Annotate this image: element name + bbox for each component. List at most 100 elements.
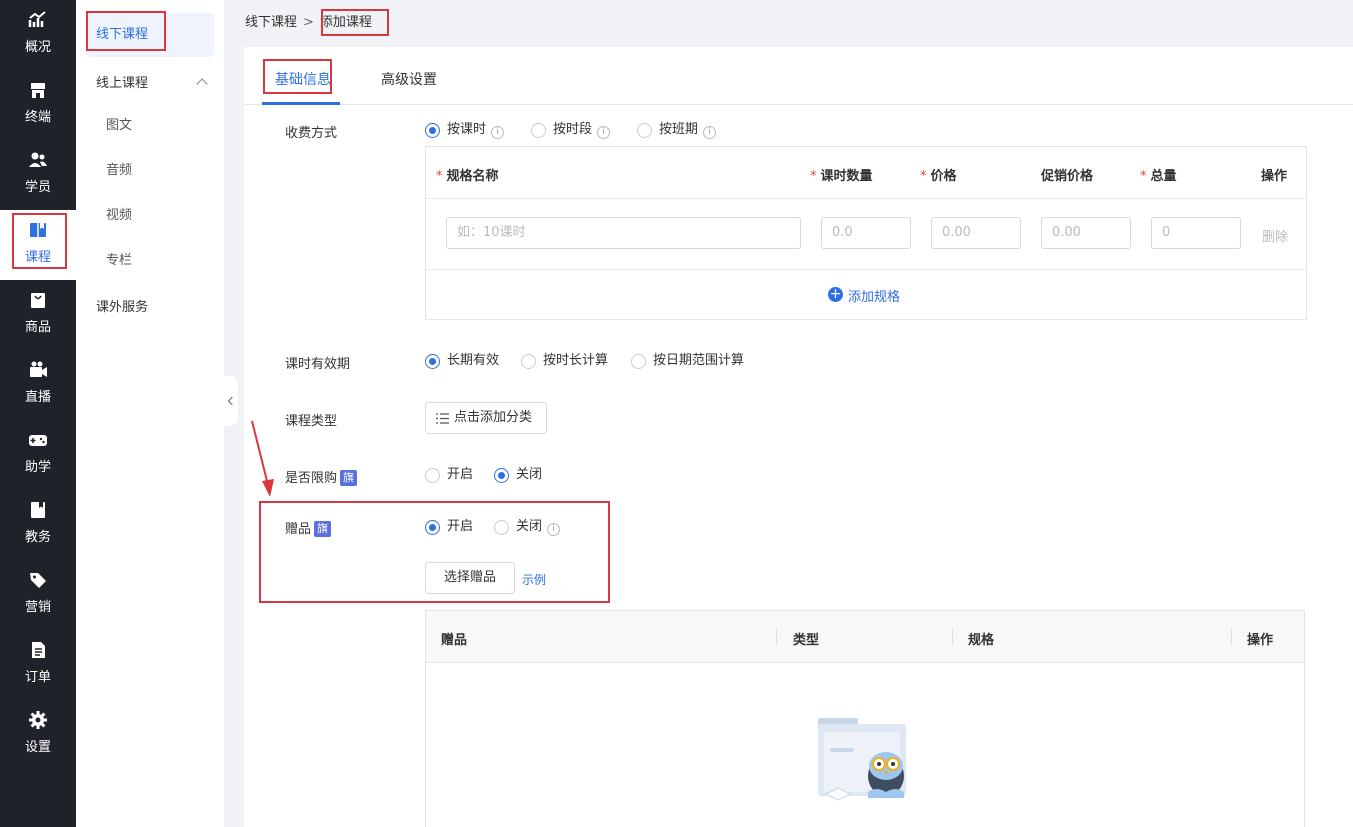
radio-label: 按时长计算 [543, 353, 609, 368]
spec-col-price: * 价格 [920, 169, 957, 184]
info-icon[interactable]: i [597, 126, 611, 139]
empty-state-owl-icon [818, 718, 906, 801]
add-category-button[interactable]: 点击添加分类 [425, 402, 547, 434]
subnav-item-online-courses[interactable]: 线上课程 [76, 64, 224, 104]
info-icon[interactable]: i [547, 523, 561, 536]
validity-label: 课时有效期 [285, 357, 351, 372]
spec-col-hours: * 课时数量 [810, 169, 873, 184]
spec-total-input[interactable]: 0 [1151, 217, 1241, 249]
flagship-badge: 旗 [340, 470, 358, 486]
radio-gift-on[interactable]: 开启 [425, 519, 473, 537]
column-divider [776, 629, 777, 645]
subnav-item-video[interactable]: 视频 [76, 196, 224, 236]
radio-by-class[interactable]: 按班期 i [637, 122, 717, 140]
spec-hours-input[interactable]: 0.0 [821, 217, 911, 249]
radio-by-duration[interactable]: 按时长计算 [521, 353, 608, 371]
nav-label: 概况 [24, 40, 51, 55]
breadcrumb-separator: > [303, 15, 314, 30]
chart-icon [28, 11, 46, 27]
list-icon [436, 413, 449, 424]
chevron-up-icon[interactable] [196, 78, 208, 90]
nav-item-overview[interactable]: 概况 [0, 0, 76, 70]
highlight-box [12, 213, 67, 269]
purchase-limit-label: 是否限购旗 [285, 467, 358, 486]
nav-label: 商品 [24, 320, 51, 335]
nav-item-marketing[interactable]: 营销 [0, 560, 76, 630]
gift-label: 赠品旗 [285, 518, 332, 537]
subnav-label: 图文 [106, 118, 133, 133]
subnav-item-audio[interactable]: 音频 [76, 151, 224, 191]
gift-example-link[interactable]: 示例 [522, 571, 546, 588]
nav-label: 营销 [24, 600, 51, 615]
charge-method-label: 收费方式 [285, 126, 338, 141]
main-panel: 基础信息 高级设置 收费方式 按课时 i 按时段 i 按班期 i * 规格名称 * 课时数… [244, 47, 1353, 827]
breadcrumb-parent[interactable]: 线下课程 [245, 15, 297, 30]
tag-icon [30, 573, 46, 588]
subnav-item-column[interactable]: 专栏 [76, 241, 224, 281]
info-icon[interactable]: i [491, 126, 505, 139]
store-icon [31, 83, 45, 98]
radio-label: 按日期范围计算 [653, 353, 745, 368]
radio-label: 按课时 [447, 122, 487, 137]
spec-col-name: * 规格名称 [436, 169, 499, 184]
radio-dot [494, 468, 509, 483]
radio-limit-on[interactable]: 开启 [425, 467, 473, 485]
spec-promo-input[interactable]: 0.00 [1041, 217, 1131, 249]
nav-label: 订单 [24, 670, 51, 685]
radio-dot [425, 468, 440, 483]
highlight-box [263, 59, 332, 94]
nav-item-students[interactable]: 学员 [0, 140, 76, 210]
spec-delete-link[interactable]: 删除 [1262, 226, 1288, 245]
radio-by-period[interactable]: 按时段 i [531, 122, 611, 140]
radio-long-term[interactable]: 长期有效 [425, 353, 499, 371]
nav-item-live[interactable]: 直播 [0, 350, 76, 420]
gift-col-spec: 规格 [968, 633, 995, 648]
gift-table: 赠品 类型 规格 操作 [425, 610, 1305, 827]
radio-by-lesson[interactable]: 按课时 i [425, 122, 505, 140]
radio-gift-off[interactable]: 关闭 i [494, 519, 561, 537]
video-icon [30, 361, 47, 377]
subnav-item-graphic[interactable]: 图文 [76, 106, 224, 146]
column-divider [1231, 629, 1232, 645]
subnav-item-extra-services[interactable]: 课外服务 [76, 288, 224, 328]
radio-label: 按班期 [659, 122, 699, 137]
radio-dot [521, 354, 536, 369]
select-gift-button[interactable]: 选择赠品 [425, 562, 515, 594]
subnav-label: 线上课程 [96, 76, 149, 91]
nav-item-academic[interactable]: 教务 [0, 490, 76, 560]
info-icon[interactable]: i [703, 126, 717, 139]
plus-circle-icon: + [828, 286, 843, 302]
nav-item-goods[interactable]: 商品 [0, 280, 76, 350]
radio-by-date-range[interactable]: 按日期范围计算 [631, 353, 744, 371]
gift-col-action: 操作 [1247, 633, 1274, 648]
nav-item-orders[interactable]: 订单 [0, 630, 76, 700]
add-spec-button[interactable]: + 添加规格 [828, 286, 900, 305]
radio-dot [637, 123, 652, 138]
spec-col-action: 操作 [1261, 169, 1288, 184]
spec-name-input[interactable]: 如：10课时 [446, 217, 801, 249]
spec-table-header: * 规格名称 * 课时数量 * 价格 促销价格 * 总量 操作 [426, 147, 1306, 199]
subnav-label: 视频 [106, 208, 133, 223]
nav-label: 学员 [24, 180, 51, 195]
collapse-sidebar-handle[interactable] [224, 376, 238, 426]
nav-item-terminal[interactable]: 终端 [0, 70, 76, 140]
radio-label: 关闭 [516, 519, 543, 534]
nav-item-study[interactable]: 助学 [0, 420, 76, 490]
main-nav: 概况 终端 学员 课程 商品 直播 助学 教务 营销 订单 设置 [0, 0, 76, 827]
radio-dot [425, 520, 440, 535]
subnav-label: 专栏 [106, 253, 133, 268]
tab-active-indicator [262, 102, 340, 105]
radio-dot [494, 520, 509, 535]
nav-item-settings[interactable]: 设置 [0, 700, 76, 770]
tab-bar: 基础信息 高级设置 [244, 47, 1353, 105]
radio-label: 关闭 [516, 467, 543, 482]
nav-label: 终端 [24, 110, 51, 125]
spec-col-promo: 促销价格 [1041, 169, 1094, 184]
radio-limit-off[interactable]: 关闭 [494, 467, 542, 485]
nav-label: 教务 [24, 530, 51, 545]
gamepad-icon [29, 435, 47, 446]
gift-col-type: 类型 [793, 633, 820, 648]
tab-advanced-settings[interactable]: 高级设置 [381, 69, 437, 89]
spec-price-input[interactable]: 0.00 [931, 217, 1021, 249]
annotation-arrow-icon [251, 420, 274, 497]
